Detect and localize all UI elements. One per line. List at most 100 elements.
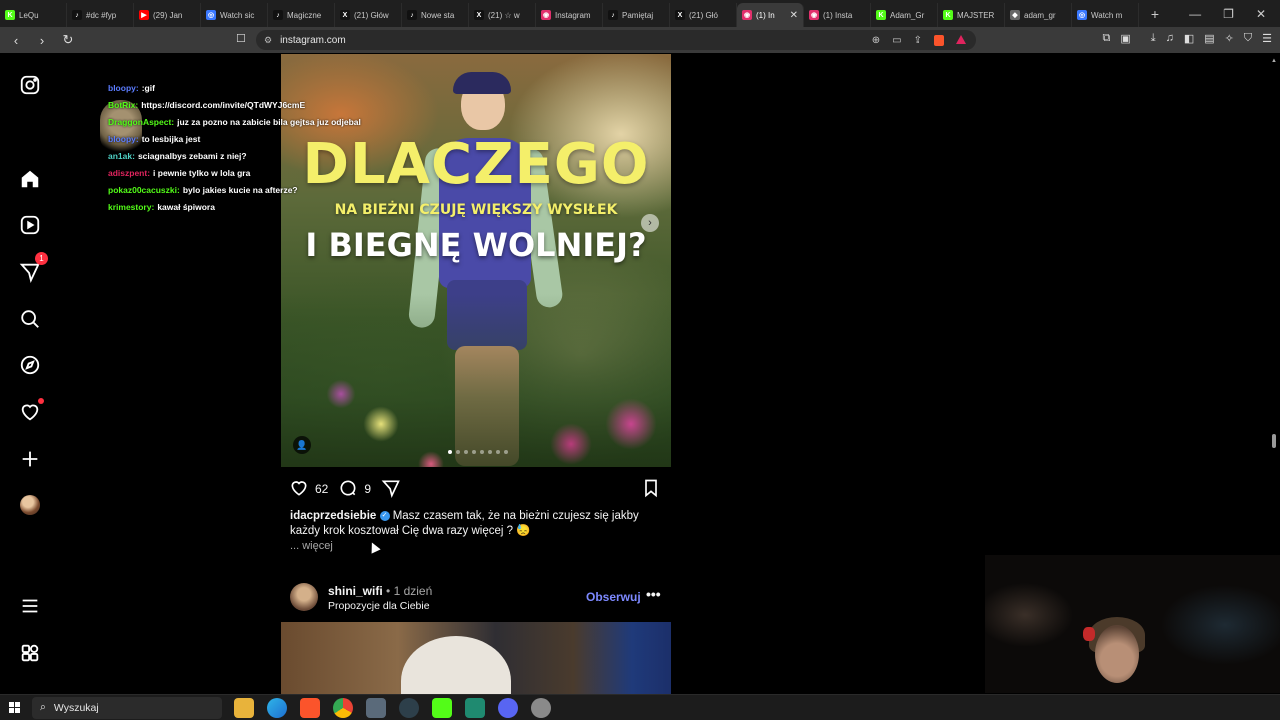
screen: K LeQu ♪ #dc #fyp ▶ (29) Jan ◎ Watch sic ♪ Magicz… xyxy=(0,0,1280,720)
carousel-next-icon[interactable]: › xyxy=(641,214,659,232)
restore-icon[interactable]: ❐ xyxy=(1223,7,1234,21)
file-explorer-icon[interactable] xyxy=(234,697,254,718)
browser-tab[interactable]: ▶ (29) Jan xyxy=(134,3,201,27)
next-post-author-name[interactable]: shini_wifi xyxy=(328,584,383,598)
browser-tab[interactable]: ♪ #dc #fyp xyxy=(67,3,134,27)
minimize-icon[interactable]: — xyxy=(1189,7,1201,21)
wallet-card-icon[interactable]: ▤ xyxy=(1204,32,1214,45)
chat-username[interactable]: BotRix: xyxy=(108,100,138,110)
scrollbar-thumb[interactable] xyxy=(1272,434,1276,448)
browser-tab[interactable]: K LeQu xyxy=(0,3,67,27)
next-post-image[interactable] xyxy=(281,622,671,694)
caption-more-link[interactable]: ... więcej xyxy=(290,540,333,552)
like-count[interactable]: 62 xyxy=(315,482,328,496)
post-options-icon[interactable]: ••• xyxy=(646,586,661,602)
menu-icon[interactable]: ☰ xyxy=(1262,32,1272,45)
close-window-icon[interactable]: ✕ xyxy=(1256,7,1266,21)
tool-icon[interactable] xyxy=(465,697,485,718)
reload-icon[interactable]: ↻ xyxy=(58,32,78,48)
chrome-icon[interactable] xyxy=(333,697,353,718)
carousel-dot xyxy=(448,450,452,454)
notification-dot xyxy=(38,398,44,404)
bookmark-icon[interactable]: ☐ xyxy=(236,32,246,45)
brave-rewards-icon[interactable] xyxy=(956,34,966,44)
sidebar-icon[interactable]: ◧ xyxy=(1184,32,1194,45)
create-icon[interactable] xyxy=(18,447,42,471)
like-icon[interactable] xyxy=(289,478,309,501)
tab-label: (21) ☆ w xyxy=(488,10,520,20)
notifications-icon[interactable] xyxy=(18,398,44,424)
discord-icon[interactable] xyxy=(498,697,518,718)
edge-icon[interactable] xyxy=(267,697,287,718)
tab-label: Pamiętaj xyxy=(622,10,654,20)
scroll-up-icon[interactable]: ▲ xyxy=(1271,58,1277,64)
new-tab-button[interactable]: + xyxy=(1143,6,1167,22)
vpn-icon[interactable]: ⛉ xyxy=(1244,32,1252,45)
avatar[interactable] xyxy=(290,583,318,611)
browser-tab[interactable]: K MAJSTER xyxy=(938,3,1005,27)
browser-tab[interactable]: ◆ adam_gr xyxy=(1005,3,1072,27)
profile-avatar[interactable] xyxy=(18,493,42,517)
chat-username[interactable]: bloopy: xyxy=(108,134,139,144)
follow-button[interactable]: Obserwuj xyxy=(586,590,641,604)
leo-icon[interactable]: ✧ xyxy=(1225,32,1234,45)
settings-app-icon[interactable] xyxy=(531,697,551,718)
obs-icon[interactable] xyxy=(399,697,419,718)
browser-tab[interactable]: ◉ (1) In ✕ xyxy=(737,3,804,27)
chat-username[interactable]: pokaz00cacuszki: xyxy=(108,185,180,195)
instagram-logo-icon[interactable] xyxy=(18,73,42,97)
share-post-icon[interactable] xyxy=(381,478,401,501)
browser-tab[interactable]: ◉ (1) Insta xyxy=(804,3,871,27)
home-icon[interactable] xyxy=(18,167,42,191)
tagged-user-icon[interactable]: 👤 xyxy=(293,436,311,454)
site-info-icon[interactable]: ⚙ xyxy=(264,35,272,46)
messages-icon[interactable]: 1 xyxy=(18,252,48,284)
chat-username[interactable]: DraggonAspect: xyxy=(108,117,174,127)
media-icon[interactable]: ♫ xyxy=(1166,32,1174,45)
taskbar-search-placeholder[interactable]: Wyszukaj xyxy=(54,702,99,714)
next-post-author[interactable]: shini_wifi • 1 dzień xyxy=(328,584,432,598)
comment-count[interactable]: 9 xyxy=(364,482,371,496)
wallet-icon[interactable]: ▣ xyxy=(1120,32,1130,45)
app-icon[interactable] xyxy=(366,697,386,718)
taskbar-search[interactable]: ⌕ Wyszukaj xyxy=(32,696,222,719)
page-scrollbar[interactable]: ▲ xyxy=(1271,54,1277,694)
caption-author[interactable]: idacprzedsiebie xyxy=(290,510,376,522)
chat-username[interactable]: adiszpent: xyxy=(108,168,150,178)
download-icon[interactable]: ⤓ xyxy=(1151,32,1156,45)
zoom-icon[interactable]: ⊕ xyxy=(872,35,880,46)
also-from-meta-icon[interactable] xyxy=(18,641,42,665)
search-icon[interactable] xyxy=(18,307,42,331)
forward-icon[interactable]: › xyxy=(32,33,52,48)
start-button[interactable] xyxy=(0,695,28,720)
address-bar[interactable]: ⚙ instagram.com ⊕ ▭ ⇪ xyxy=(256,30,976,50)
share-icon[interactable]: ⇪ xyxy=(914,35,922,46)
back-icon[interactable]: ‹ xyxy=(6,33,26,48)
more-menu-icon[interactable] xyxy=(18,594,42,618)
comment-icon[interactable] xyxy=(338,478,358,501)
chat-username[interactable]: bloopy: xyxy=(108,83,139,93)
browser-tab[interactable]: ♪ Magiczne xyxy=(268,3,335,27)
browser-tab[interactable]: ♪ Nowe sta xyxy=(402,3,469,27)
cast-icon[interactable]: ▭ xyxy=(892,35,901,46)
browser-tab[interactable]: ◉ Instagram xyxy=(536,3,603,27)
close-tab-icon[interactable]: ✕ xyxy=(790,10,798,21)
save-icon[interactable] xyxy=(641,478,661,501)
explore-icon[interactable] xyxy=(18,353,42,377)
chat-username[interactable]: krimestory: xyxy=(108,202,154,212)
kick-icon[interactable] xyxy=(432,697,452,718)
browser-tab[interactable]: ♪ Pamiętaj xyxy=(603,3,670,27)
url-text[interactable]: instagram.com xyxy=(280,35,346,46)
reels-icon[interactable] xyxy=(18,213,42,237)
extensions-icon[interactable]: ⧉ xyxy=(1102,32,1110,45)
browser-tab[interactable]: ◎ Watch m xyxy=(1072,3,1139,27)
browser-tab[interactable]: ◎ Watch sic xyxy=(201,3,268,27)
chat-username[interactable]: an1ak: xyxy=(108,151,135,161)
browser-tab[interactable]: X (21) ☆ w xyxy=(469,3,536,27)
brave-icon[interactable] xyxy=(300,697,320,718)
browser-tab[interactable]: X (21) Głów xyxy=(335,3,402,27)
tab-favicon-icon: ♪ xyxy=(72,10,82,20)
browser-tab[interactable]: K Adam_Gr xyxy=(871,3,938,27)
browser-tab[interactable]: X (21) Głó xyxy=(670,3,737,27)
brave-shields-icon[interactable] xyxy=(934,34,944,46)
